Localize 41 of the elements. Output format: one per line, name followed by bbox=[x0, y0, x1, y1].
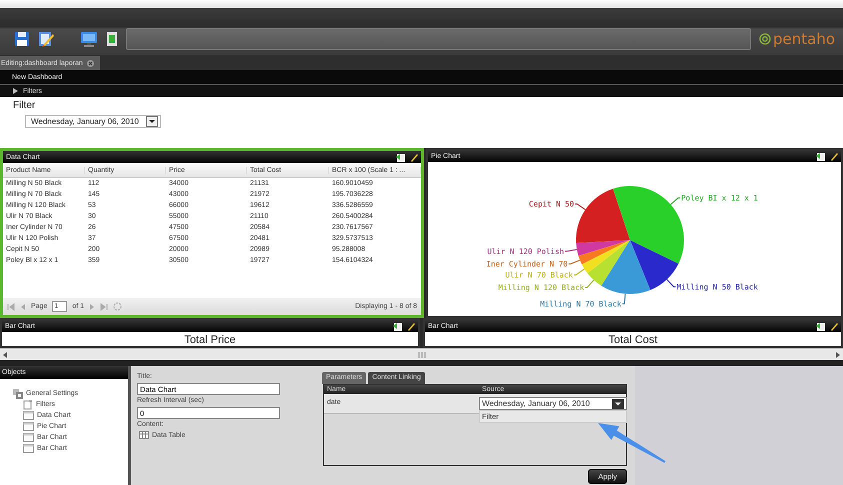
panel-icon bbox=[23, 433, 34, 442]
leader-line bbox=[564, 249, 578, 252]
edit-document-icon[interactable] bbox=[38, 30, 54, 46]
logo: pentaho bbox=[773, 30, 836, 48]
caret-icon bbox=[146, 116, 158, 127]
leader-line bbox=[568, 260, 580, 264]
grip-icon[interactable] bbox=[416, 352, 426, 358]
pencil-icon[interactable] bbox=[830, 322, 838, 330]
export-icon[interactable] bbox=[396, 152, 405, 162]
chart-title: Total Cost bbox=[608, 334, 658, 346]
filter-document-icon bbox=[23, 400, 33, 410]
save-icon[interactable] bbox=[14, 30, 30, 46]
scroll-left-icon[interactable] bbox=[3, 352, 8, 358]
date-dropdown[interactable]: Wednesday, January 06, 2010 bbox=[25, 115, 161, 128]
panel-icon bbox=[23, 444, 34, 453]
pencil-icon[interactable] bbox=[407, 322, 415, 330]
filter-label: Filter bbox=[13, 100, 36, 111]
leader-line bbox=[573, 268, 585, 276]
settings-icon bbox=[13, 388, 23, 398]
source-dropdown[interactable]: Wednesday, January 06, 2010 bbox=[479, 397, 627, 410]
close-icon[interactable] bbox=[86, 60, 94, 66]
spiral-icon bbox=[759, 32, 771, 44]
panel-icon bbox=[23, 422, 34, 431]
leader-line bbox=[622, 293, 626, 304]
export-icon[interactable] bbox=[816, 152, 825, 160]
pencil-icon[interactable] bbox=[410, 152, 418, 162]
export-icon[interactable] bbox=[816, 322, 825, 330]
leader-line bbox=[584, 280, 594, 288]
horizontal-scrollbar[interactable] bbox=[0, 348, 843, 360]
leader-line bbox=[670, 197, 681, 205]
scroll-right-icon[interactable] bbox=[835, 352, 840, 358]
arrow-annotation bbox=[598, 423, 666, 463]
monitor-icon[interactable] bbox=[80, 30, 98, 46]
export-icon[interactable] bbox=[393, 322, 402, 330]
chart-title: Total Price bbox=[184, 334, 236, 346]
pencil-icon[interactable] bbox=[830, 152, 838, 160]
leader-line bbox=[666, 278, 676, 288]
table-icon bbox=[139, 431, 149, 439]
document-icon[interactable] bbox=[106, 30, 118, 46]
panel-icon bbox=[23, 411, 34, 420]
leader-line bbox=[574, 204, 586, 210]
